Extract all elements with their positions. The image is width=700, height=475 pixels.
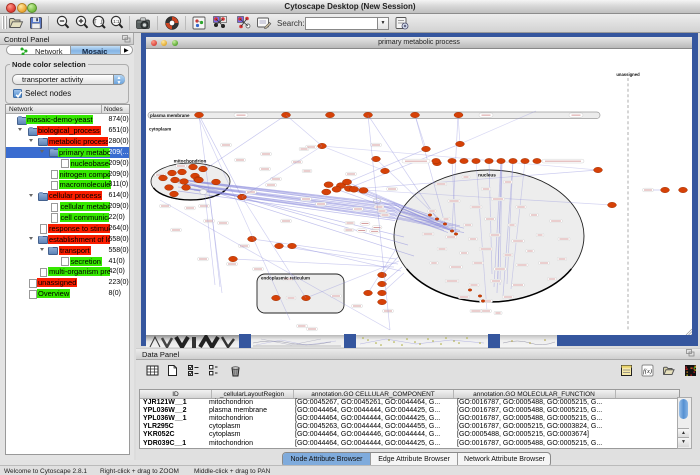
svg-text:cytoplasm: cytoplasm [149, 127, 171, 132]
svg-text:endoplasmic reticulum: endoplasmic reticulum [261, 276, 310, 281]
svg-text:plasma membrane: plasma membrane [150, 113, 190, 118]
svg-text:f(x): f(x) [643, 368, 652, 375]
svg-text:nucleus: nucleus [478, 173, 496, 178]
svg-text:unassigned: unassigned [616, 72, 640, 77]
svg-text:mitochondrion: mitochondrion [174, 159, 207, 164]
svg-text:1:1: 1:1 [113, 19, 120, 24]
